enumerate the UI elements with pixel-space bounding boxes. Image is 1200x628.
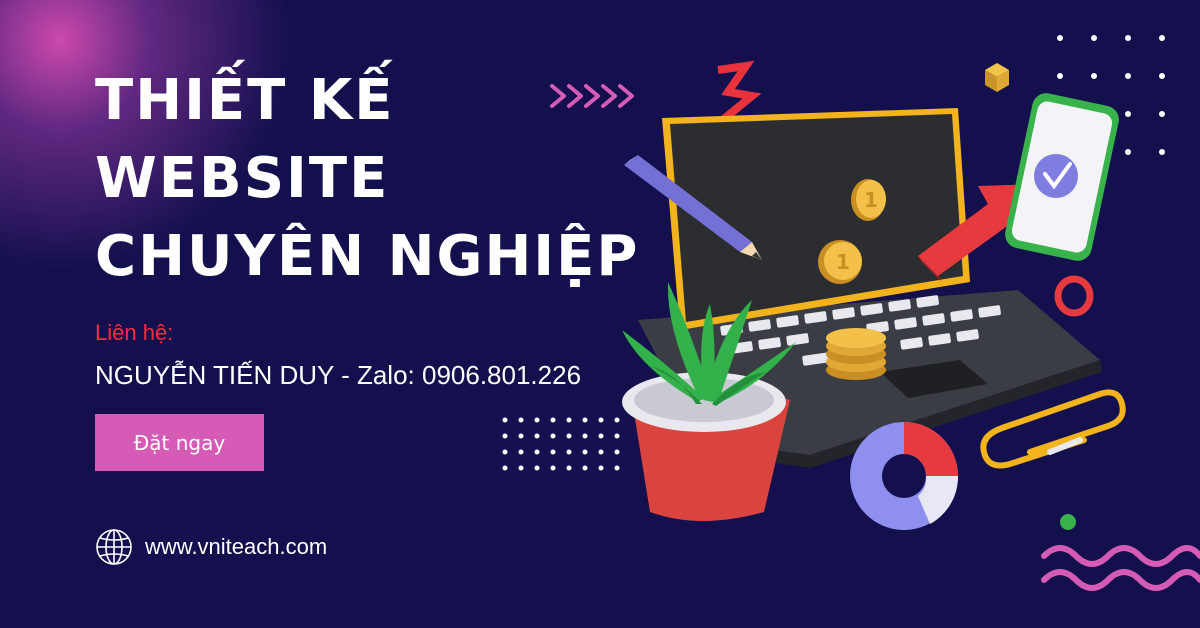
donut-chart-icon (850, 422, 959, 530)
svg-text:1: 1 (864, 188, 878, 212)
wave-icon (1041, 545, 1200, 591)
order-now-button[interactable]: Đặt ngay (95, 414, 264, 471)
cube-icon (985, 63, 1009, 92)
banner: THIẾT KẾ WEBSITE CHUYÊN NGHIỆP Liên hệ: … (0, 0, 1200, 628)
globe-icon (96, 529, 132, 565)
svg-text:1: 1 (836, 250, 850, 274)
contact-label: Liên hệ: (95, 320, 174, 345)
chevrons-icon (550, 84, 634, 108)
phone-check-icon (1005, 93, 1119, 261)
ring-icon (1054, 275, 1094, 317)
website-link[interactable]: www.vniteach.com (145, 534, 327, 560)
website-row: www.vniteach.com (95, 528, 327, 566)
illustration: 1 1 (502, 35, 1200, 591)
dot-icon (1060, 514, 1076, 530)
dot-grid-small-icon (502, 417, 620, 471)
